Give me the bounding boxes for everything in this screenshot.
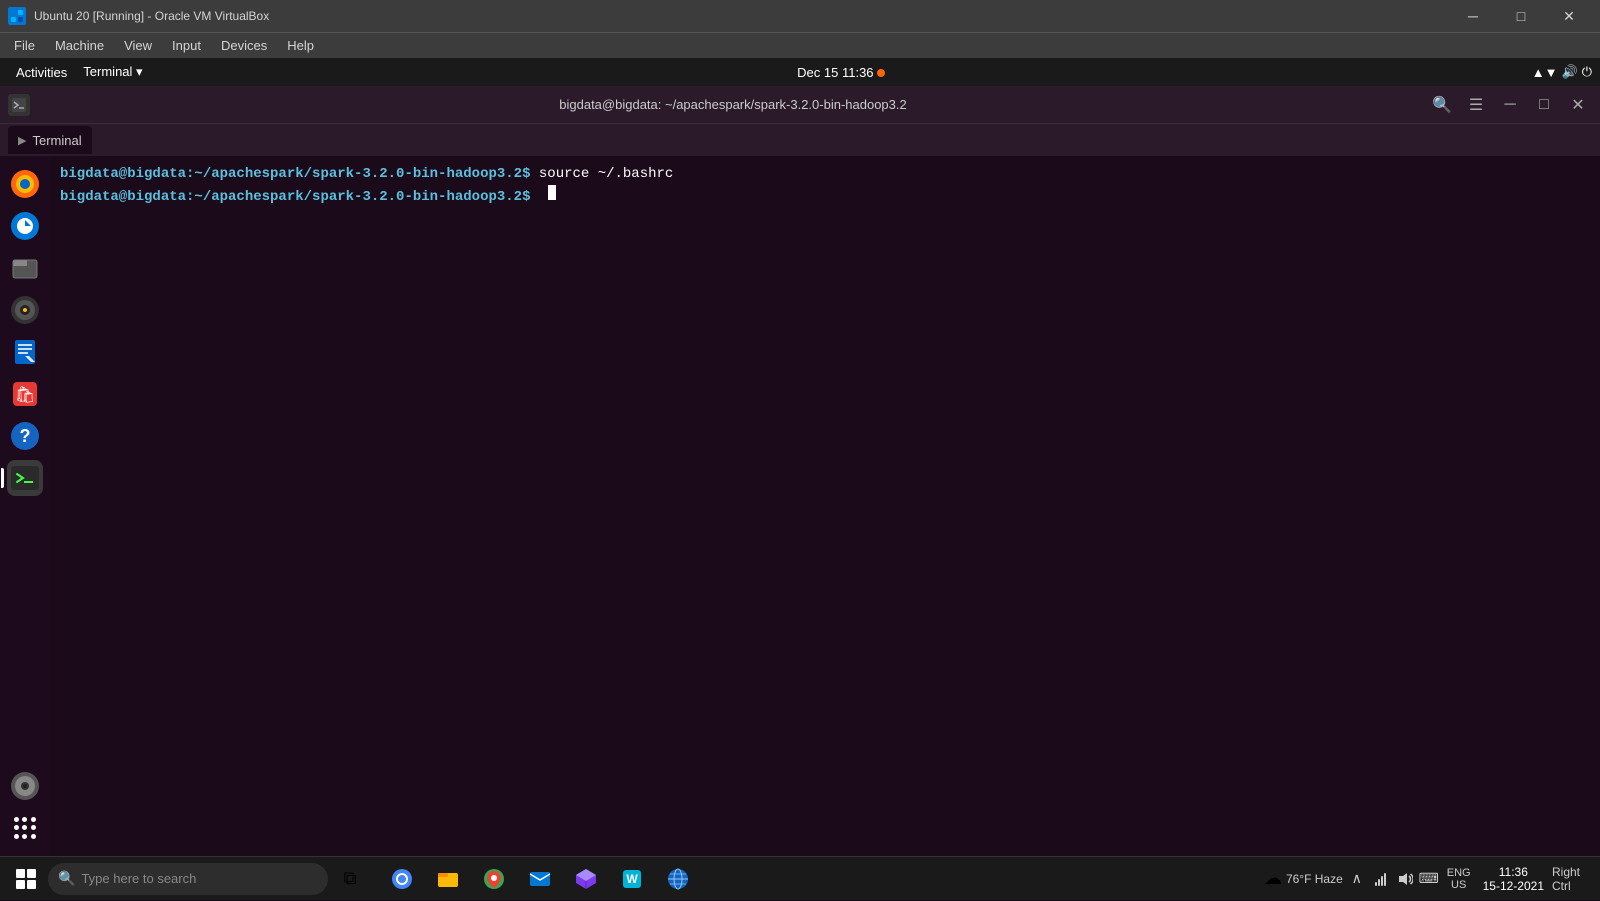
terminal-line-2: bigdata@bigdata:~/apachespark/spark-3.2.… [60,185,1590,208]
menu-help[interactable]: Help [277,33,324,59]
taskbar-app-cube[interactable] [564,857,608,901]
vbox-close-button[interactable]: ✕ [1546,0,1592,32]
taskbar-weather-text: 76°F Haze [1286,872,1343,886]
ubuntu-topbar: Activities Terminal ▾ Dec 15 11:36 ▲▼ 🔊 … [0,58,1600,86]
taskbar-app-chrome[interactable] [380,857,424,901]
vm-content: Activities Terminal ▾ Dec 15 11:36 ▲▼ 🔊 … [0,58,1600,856]
terminal-menu-button[interactable]: ☰ [1462,94,1490,116]
terminal-search-button[interactable]: 🔍 [1428,94,1456,116]
terminal-body[interactable]: bigdata@bigdata:~/apachespark/spark-3.2.… [50,156,1600,856]
svg-text:?: ? [20,426,31,446]
taskbar-keyboard-icon[interactable]: ⌨ [1419,869,1439,889]
terminal-close-button[interactable]: ✕ [1564,94,1592,116]
terminal-window-icon [8,94,30,116]
dock-icon-rhythmbox[interactable] [7,292,43,328]
terminal-header: bigdata@bigdata: ~/apachespark/spark-3.2… [0,86,1600,124]
terminal-tabbar: ▶ Terminal [0,124,1600,156]
menu-input[interactable]: Input [162,33,211,59]
ubuntu-terminal-menu[interactable]: Terminal ▾ [75,64,150,80]
taskbar-app-mail[interactable] [518,857,562,901]
vbox-menubar: File Machine View Input Devices Help [0,32,1600,58]
terminal-maximize-button[interactable]: □ [1530,94,1558,116]
windows-taskbar: 🔍 Type here to search ⧉ [0,856,1600,900]
vbox-window-controls: ─ □ ✕ [1450,0,1592,32]
taskbar-search-icon: 🔍 [58,870,75,887]
taskbar-language-code: ENG [1447,867,1471,879]
dock-app-grid-button[interactable] [7,810,43,846]
taskbar-language-selector[interactable]: ENG US [1443,867,1475,891]
taskbar-task-view-button[interactable]: ⧉ [328,857,372,901]
terminal-line-1: bigdata@bigdata:~/apachespark/spark-3.2.… [60,164,1590,185]
menu-view[interactable]: View [114,33,162,59]
windows-start-icon [16,869,36,889]
grid-dots-icon [14,817,36,839]
terminal-minimize-button[interactable]: ─ [1496,94,1524,116]
taskbar-volume-icon[interactable] [1395,869,1415,889]
ubuntu-dock: 🛍 ? [0,156,50,856]
dock-icon-terminal[interactable] [7,460,43,496]
terminal-dollar-2 [534,187,542,208]
taskbar-start-button[interactable] [4,857,48,901]
taskbar-systray: ☁ 76°F Haze ∧ [1260,868,1443,889]
dock-icon-libreoffice-writer[interactable] [7,334,43,370]
terminal-command-1: source ~/.bashrc [530,164,673,185]
ubuntu-notification-dot [877,69,885,77]
svg-text:W: W [626,872,638,886]
taskbar-notification-button[interactable]: Right Ctrl [1552,857,1596,901]
terminal-tab-label: Terminal [32,133,81,148]
virtualbox-window: Ubuntu 20 [Running] - Oracle VM VirtualB… [0,0,1600,900]
dock-icon-help[interactable]: ? [7,418,43,454]
taskbar-network-icon[interactable] [1371,869,1391,889]
taskbar-search-box[interactable]: 🔍 Type here to search [48,863,328,895]
ubuntu-power-icon: ⏻ [1582,64,1592,80]
main-area: 🛍 ? [0,156,1600,856]
vbox-titlebar: Ubuntu 20 [Running] - Oracle VM VirtualB… [0,0,1600,32]
dock-icon-optical[interactable] [7,768,43,804]
vbox-title-text: Ubuntu 20 [Running] - Oracle VM VirtualB… [34,9,1442,23]
vbox-icon [8,7,26,25]
terminal-tab-icon: ▶ [18,134,26,147]
terminal-cursor [548,185,556,200]
terminal-prompt-path-1: bigdata@bigdata:~/apachespark/spark-3.2.… [60,164,530,185]
vbox-minimize-button[interactable]: ─ [1450,0,1496,32]
ubuntu-activities-button[interactable]: Activities [8,65,75,80]
taskbar-app-maps[interactable] [472,857,516,901]
terminal-window-title: bigdata@bigdata: ~/apachespark/spark-3.2… [38,97,1428,112]
taskbar-pinned-apps: W [380,857,700,901]
dock-icon-thunderbird[interactable] [7,208,43,244]
ubuntu-clock: Dec 15 11:36 [151,65,1532,80]
menu-devices[interactable]: Devices [211,33,277,59]
terminal-tab[interactable]: ▶ Terminal [8,126,92,154]
ubuntu-volume-icon: 🔊 [1562,64,1578,80]
terminal-header-controls: 🔍 ☰ ─ □ ✕ [1428,94,1592,116]
taskbar-app-6[interactable]: W [610,857,654,901]
taskbar-time: 11:36 [1499,865,1528,879]
taskbar-date: 15-12-2021 [1483,879,1544,893]
svg-text:🛍: 🛍 [15,386,35,404]
ubuntu-systray: ▲▼ 🔊 ⏻ [1532,64,1592,80]
dock-icon-software-center[interactable]: 🛍 [7,376,43,412]
menu-file[interactable]: File [4,33,45,59]
taskbar-app-globe[interactable] [656,857,700,901]
terminal-prompt-path-2: bigdata@bigdata:~/apachespark/spark-3.2.… [60,187,530,208]
taskbar-language-region: US [1451,879,1466,891]
taskbar-search-placeholder: Type here to search [81,871,196,886]
vbox-maximize-button[interactable]: □ [1498,0,1544,32]
dock-icon-files[interactable] [7,250,43,286]
taskbar-systray-overflow[interactable]: ∧ [1347,869,1367,889]
taskbar-app-explorer[interactable] [426,857,470,901]
menu-machine[interactable]: Machine [45,33,114,59]
taskbar-weather-icon: ☁ [1264,868,1282,889]
dock-icon-firefox[interactable] [7,166,43,202]
taskbar-notification-text: Right Ctrl [1552,865,1596,893]
ubuntu-network-icon: ▲▼ [1532,65,1558,80]
taskbar-clock[interactable]: 11:36 15-12-2021 [1475,865,1552,893]
